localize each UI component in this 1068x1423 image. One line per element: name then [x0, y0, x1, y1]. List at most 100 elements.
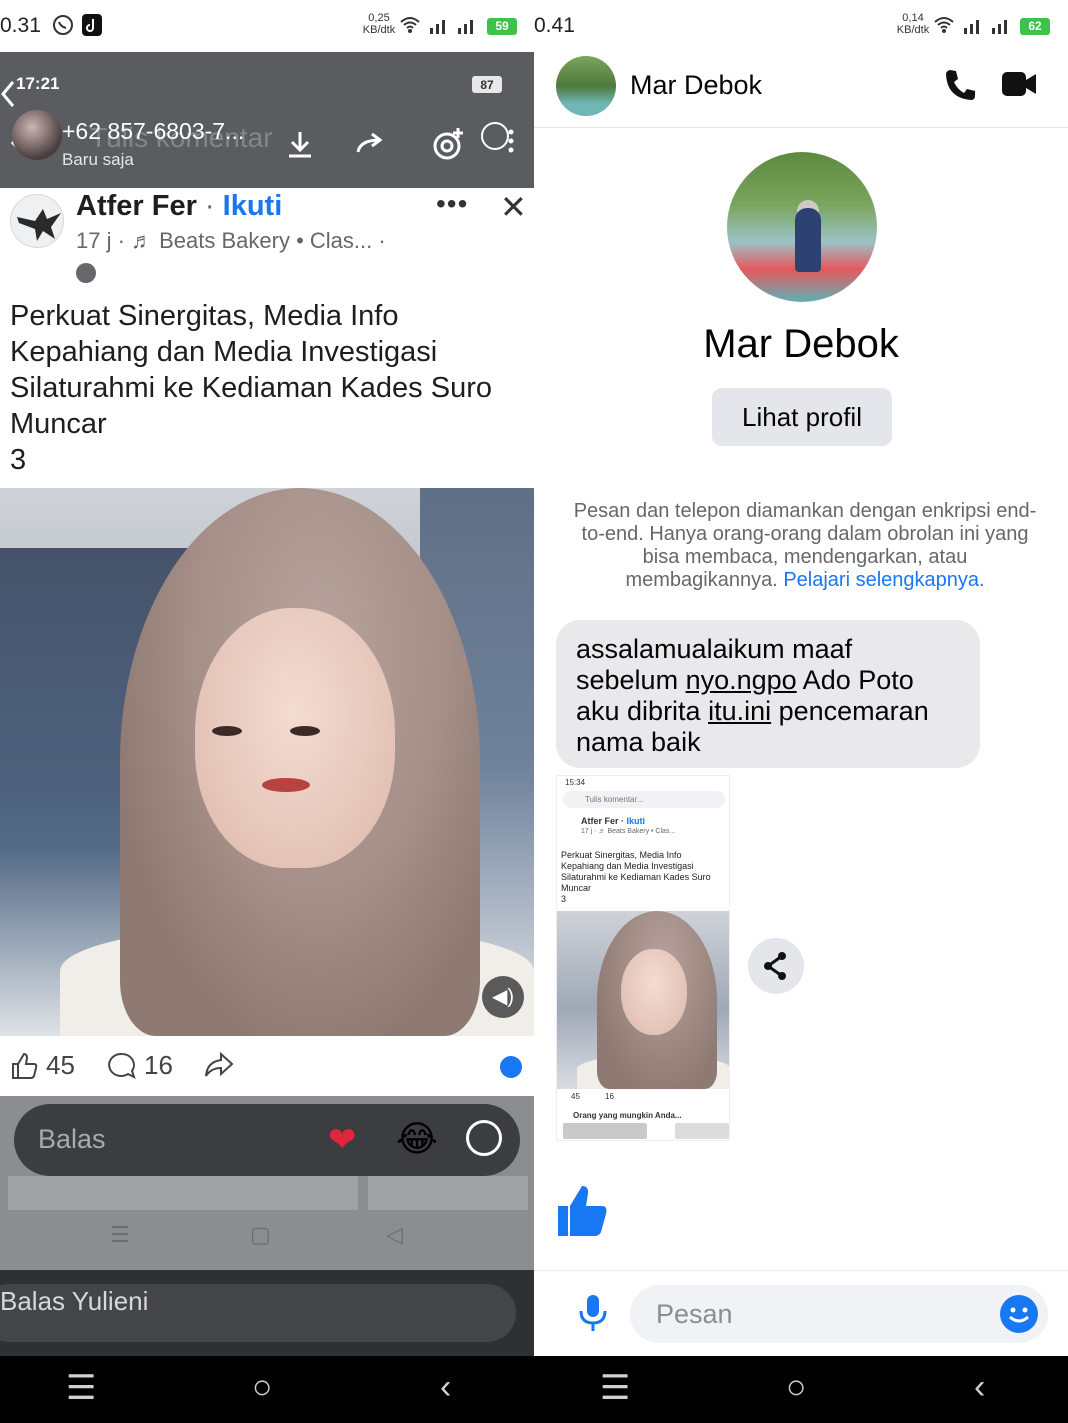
back-chevron-icon[interactable] — [0, 80, 16, 108]
profile-name: Mar Debok — [703, 322, 899, 366]
battery-indicator: 59 — [487, 18, 517, 35]
whatsapp-icon — [53, 15, 73, 35]
profile-photo[interactable] — [727, 152, 877, 302]
contact-name[interactable]: Mar Debok — [630, 70, 762, 101]
message-bubble[interactable]: assalamualaikum maaf sebelum nyo.ngpo Ad… — [556, 620, 980, 768]
tiktok-icon — [82, 14, 102, 36]
sound-icon[interactable]: ◀) — [482, 976, 524, 1018]
composer: Pesan — [534, 1270, 1068, 1356]
view-profile-button[interactable]: Lihat profil — [712, 388, 892, 446]
share-icon[interactable] — [204, 1052, 234, 1080]
inner-status-time: 17:21 — [16, 74, 60, 93]
contact-status: Baru saja — [62, 150, 134, 169]
status-time: 0.41 — [534, 14, 575, 37]
preview-meta: 17 j · ♬ Beats Bakery • Clas... — [581, 828, 676, 835]
preview-comment-placeholder: Tulis komentar... — [585, 795, 644, 804]
comment-icon[interactable] — [108, 1052, 136, 1080]
reaction-bar: 45 16 — [0, 1036, 534, 1096]
message-link-1[interactable]: nyo.ngpo — [686, 665, 797, 695]
follow-link[interactable]: Ikuti — [223, 190, 283, 222]
contact-avatar[interactable] — [556, 56, 616, 116]
thumbs-up-icon[interactable] — [556, 1182, 608, 1238]
signal-icon — [430, 20, 445, 34]
messenger-reaction-icon — [500, 1056, 522, 1078]
photo-face — [195, 608, 395, 868]
inner-battery-indicator: 87 — [472, 76, 502, 93]
microphone-icon[interactable] — [578, 1293, 608, 1333]
download-icon[interactable] — [286, 130, 314, 160]
reply-placeholder[interactable]: Balas — [38, 1124, 106, 1155]
post-meta: 17 j · ♬ Beats Bakery • Clas... · — [76, 228, 386, 253]
learn-more-link[interactable]: Pelajari selengkapnya. — [783, 569, 984, 591]
status-bar: 0.31 0,25 KB/dtk 59 — [0, 0, 534, 52]
reply-input-placeholder[interactable]: Balas Yulieni — [0, 1286, 148, 1317]
back-icon[interactable]: ‹ — [440, 1368, 451, 1407]
photo-eye-left — [212, 726, 242, 736]
preview-author: Atfer Fer — [581, 816, 619, 826]
status-time: 0.31 — [0, 14, 41, 37]
menu-icon[interactable]: ☰ — [66, 1368, 96, 1408]
more-options-icon[interactable]: ••• — [436, 188, 468, 220]
laugh-emoji-icon[interactable]: 😂 — [396, 1118, 438, 1160]
heart-icon[interactable]: ❤ — [328, 1120, 357, 1160]
share-icon — [764, 952, 786, 980]
wifi-icon — [934, 17, 954, 33]
system-nav-bar: ☰ ○ ‹ — [534, 1356, 1068, 1423]
left-screenshot: 0.31 0,25 KB/dtk 59 17:21 87 Tulis koment… — [0, 0, 534, 1423]
like-icon[interactable] — [10, 1052, 38, 1080]
post-author-line: Atfer Fer · Ikuti — [76, 190, 282, 223]
preview-photo — [557, 911, 729, 1089]
facebook-post: Atfer Fer · Ikuti 17 j · ♬ Beats Bakery … — [0, 188, 534, 488]
reply-bar[interactable]: Balas ❤ 😂 — [14, 1104, 520, 1176]
preview-likes: 45 — [571, 1092, 580, 1101]
preview-suggestion: Orang yang mungkin Anda... — [573, 1111, 682, 1120]
contact-avatar[interactable] — [12, 110, 62, 160]
home-icon[interactable]: ○ — [786, 1368, 807, 1407]
smile-face-icon — [1009, 1307, 1029, 1323]
messenger-header: Mar Debok — [534, 52, 1068, 128]
share-button[interactable] — [748, 938, 804, 994]
back-icon[interactable]: ‹ — [974, 1368, 985, 1407]
profile-photo-figure — [795, 208, 821, 272]
right-screenshot: 0.41 0,14 KB/dtk 62 Mar Debok Mar Debok L… — [534, 0, 1068, 1423]
add-status-icon[interactable] — [430, 126, 466, 162]
emoji-add-icon[interactable] — [466, 1120, 502, 1156]
forward-icon[interactable] — [354, 132, 388, 158]
inner-back-icon: ◁ — [386, 1222, 403, 1247]
video-call-icon[interactable] — [1002, 72, 1036, 96]
inner-menu-icon: ☰ — [110, 1222, 130, 1247]
preview-caption: Perkuat Sinergitas, Media Info Kepahiang… — [561, 850, 711, 904]
eagle-icon — [17, 209, 61, 241]
like-count: 45 — [46, 1050, 75, 1080]
more-vertical-icon[interactable] — [480, 120, 514, 160]
separator: · — [196, 190, 223, 222]
inner-home-icon: ▢ — [250, 1222, 271, 1247]
preview-comments: 16 — [605, 1092, 614, 1101]
contact-number: +62 857-6803-7... — [62, 118, 245, 144]
preview-follow: Ikuti — [626, 816, 646, 826]
post-photo[interactable]: ◀) — [0, 488, 534, 1036]
system-nav-bar: ☰ ○ ‹ — [0, 1356, 534, 1423]
post-author[interactable]: Atfer Fer — [76, 190, 197, 222]
net-speed: 0,14 KB/dtk — [896, 12, 930, 36]
wifi-icon — [400, 17, 420, 33]
preview-author-line: Atfer Fer · Ikuti — [581, 816, 646, 826]
emoji-icon[interactable] — [1000, 1295, 1038, 1333]
globe-icon — [76, 263, 96, 283]
post-caption: Perkuat Sinergitas, Media Info Kepahiang… — [10, 300, 492, 476]
page-avatar[interactable] — [10, 194, 64, 248]
photo-lips — [262, 778, 310, 792]
message-input[interactable]: Pesan — [630, 1285, 1048, 1343]
signal-icon-2 — [458, 20, 473, 34]
split-screenshot: 0.31 0,25 KB/dtk 59 17:21 87 Tulis koment… — [0, 0, 1068, 1423]
phone-call-icon[interactable] — [944, 68, 976, 102]
net-speed: 0,25 KB/dtk — [362, 12, 396, 36]
screenshot-attachment[interactable]: 15:34 Tulis komentar... Atfer Fer · Ikut… — [556, 775, 730, 1141]
menu-icon[interactable]: ☰ — [600, 1368, 630, 1408]
close-icon[interactable]: ✕ — [500, 188, 527, 226]
message-link-2[interactable]: itu.ini — [708, 696, 771, 726]
e2e-notice: Pesan dan telepon diamankan dengan enkri… — [568, 500, 1042, 592]
home-icon[interactable]: ○ — [252, 1368, 273, 1407]
preview-face — [621, 949, 687, 1035]
message-placeholder[interactable]: Pesan — [656, 1299, 733, 1330]
